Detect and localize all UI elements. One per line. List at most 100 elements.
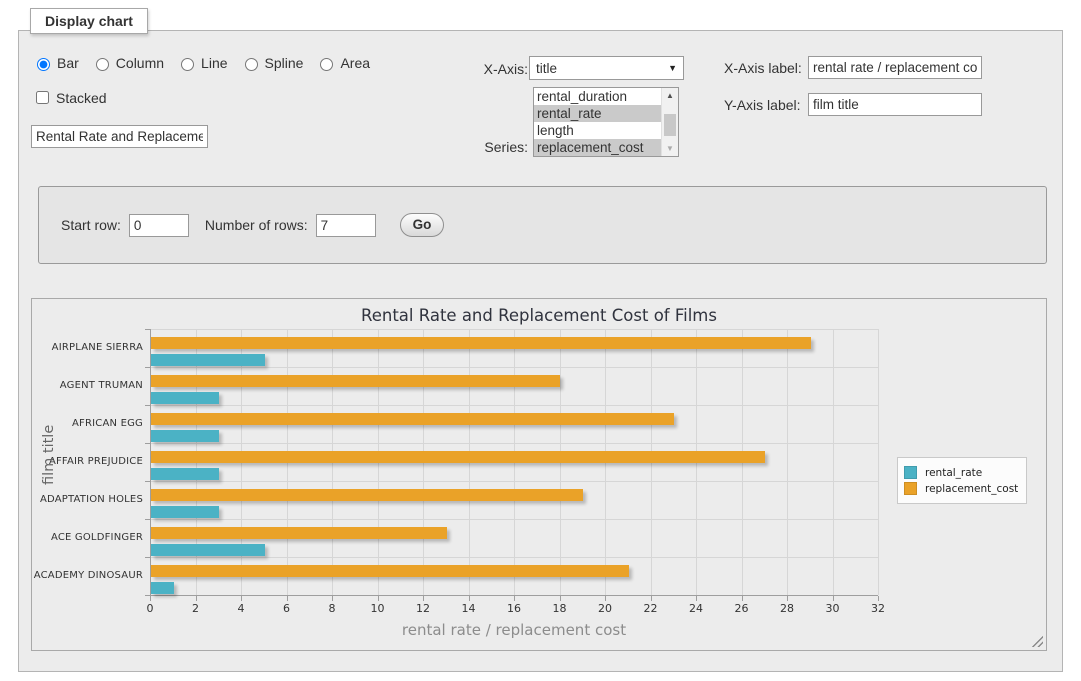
- gridline: [150, 405, 878, 406]
- x-tick-label: 22: [633, 602, 669, 615]
- x-tick-label: 4: [223, 602, 259, 615]
- x-tick-label: 24: [678, 602, 714, 615]
- gridline: [150, 481, 878, 482]
- num-rows-input[interactable]: [316, 214, 376, 237]
- scrollbar-thumb[interactable]: [664, 114, 676, 136]
- x-tick-label: 16: [496, 602, 532, 615]
- x-tick-mark: [605, 596, 606, 601]
- chart-type-radio-spline[interactable]: [245, 58, 258, 71]
- y-axis-label-input[interactable]: [808, 93, 982, 116]
- y-tick-mark: [145, 367, 150, 368]
- listbox-scrollbar[interactable]: ▲ ▼: [661, 88, 678, 156]
- bar-replacement-cost: [151, 565, 629, 577]
- x-tick-mark: [196, 596, 197, 601]
- chart-type-radio-column[interactable]: [96, 58, 109, 71]
- y-tick-mark: [145, 557, 150, 558]
- start-row-input[interactable]: [129, 214, 189, 237]
- row-range-panel: Start row: Number of rows: Go: [38, 186, 1047, 264]
- category-label: AIRPLANE SIERRA: [33, 342, 143, 353]
- bar-rental-rate: [151, 506, 219, 518]
- series-option-replacement_cost[interactable]: replacement_cost: [534, 139, 661, 156]
- fieldset-legend: Display chart: [30, 8, 148, 34]
- go-button[interactable]: Go: [400, 213, 445, 237]
- x-tick-mark: [150, 596, 151, 601]
- x-tick-label: 0: [132, 602, 168, 615]
- chart-title-input[interactable]: [31, 125, 208, 148]
- x-tick-label: 20: [587, 602, 623, 615]
- scroll-up-icon[interactable]: ▲: [662, 88, 678, 103]
- x-tick-label: 2: [178, 602, 214, 615]
- chart-x-axis-title: rental rate / replacement cost: [150, 621, 878, 639]
- chart-type-option-line: Line: [176, 55, 227, 71]
- x-tick-mark: [423, 596, 424, 601]
- x-axis-label-label: X-Axis label:: [724, 60, 802, 76]
- bar-replacement-cost: [151, 451, 765, 463]
- series-option-length[interactable]: length: [534, 122, 661, 139]
- x-tick-mark: [787, 596, 788, 601]
- legend-label: replacement_cost: [925, 483, 1018, 495]
- series-option-rental_rate[interactable]: rental_rate: [534, 105, 661, 122]
- plot-area: AIRPLANE SIERRAAGENT TRUMANAFRICAN EGGAF…: [150, 329, 878, 595]
- y-tick-mark: [145, 481, 150, 482]
- x-tick-label: 32: [860, 602, 896, 615]
- gridline: [150, 443, 878, 444]
- category-label: ACADEMY DINOSAUR: [33, 570, 143, 581]
- x-axis-label-input[interactable]: [808, 56, 982, 79]
- chart-type-option-bar: Bar: [32, 55, 79, 71]
- x-tick-mark: [514, 596, 515, 601]
- chart-type-option-area: Area: [315, 55, 370, 71]
- chart-y-axis-title: film title: [41, 455, 57, 485]
- chart-type-radio-line[interactable]: [181, 58, 194, 71]
- display-chart-fieldset: Display chart BarColumnLineSplineArea St…: [18, 30, 1063, 672]
- bar-replacement-cost: [151, 489, 583, 501]
- x-tick-label: 8: [314, 602, 350, 615]
- chart-type-radio-bar[interactable]: [37, 58, 50, 71]
- scroll-down-icon[interactable]: ▼: [662, 141, 678, 156]
- category-label: ADAPTATION HOLES: [33, 494, 143, 505]
- gridline: [833, 329, 834, 595]
- category-label: ACE GOLDFINGER: [33, 532, 143, 543]
- bar-replacement-cost: [151, 413, 674, 425]
- stacked-checkbox[interactable]: [36, 91, 49, 104]
- x-tick-mark: [742, 596, 743, 601]
- resize-handle-icon[interactable]: [1031, 635, 1043, 647]
- x-axis-selected-value: title: [536, 61, 557, 76]
- y-tick-mark: [145, 519, 150, 520]
- chart-type-radio-area[interactable]: [320, 58, 333, 71]
- x-tick-label: 10: [360, 602, 396, 615]
- chart-type-option-column: Column: [91, 55, 164, 71]
- gridline: [150, 519, 878, 520]
- series-listbox[interactable]: rental_durationrental_ratelengthreplacem…: [533, 87, 679, 157]
- gridline: [150, 557, 878, 558]
- x-tick-mark: [332, 596, 333, 601]
- legend-swatch-rental_rate: [904, 466, 917, 479]
- x-tick-label: 26: [724, 602, 760, 615]
- x-tick-label: 6: [269, 602, 305, 615]
- bar-replacement-cost: [151, 527, 447, 539]
- series-option-rental_duration[interactable]: rental_duration: [534, 88, 661, 105]
- chevron-down-icon: ▼: [668, 63, 677, 73]
- x-tick-mark: [651, 596, 652, 601]
- chart-type-option-spline: Spline: [240, 55, 304, 71]
- x-tick-label: 30: [815, 602, 851, 615]
- x-tick-mark: [378, 596, 379, 601]
- bar-rental-rate: [151, 468, 219, 480]
- legend-label: rental_rate: [925, 467, 982, 479]
- gridline: [878, 329, 879, 595]
- x-tick-mark: [469, 596, 470, 601]
- x-axis-select[interactable]: title ▼: [529, 56, 684, 80]
- stacked-checkbox-row: Stacked: [32, 88, 107, 107]
- stacked-label: Stacked: [32, 88, 107, 107]
- chart-type-radio-group: Bar Column Line Spline Area: [32, 55, 370, 71]
- bar-rental-rate: [151, 544, 265, 556]
- x-tick-mark: [560, 596, 561, 601]
- bar-rental-rate: [151, 354, 265, 366]
- gridline: [150, 329, 878, 330]
- bar-replacement-cost: [151, 375, 560, 387]
- gridline: [787, 329, 788, 595]
- y-tick-mark: [145, 329, 150, 330]
- y-tick-mark: [145, 405, 150, 406]
- bar-replacement-cost: [151, 337, 811, 349]
- y-axis-label-label: Y-Axis label:: [724, 97, 801, 113]
- legend-entry: replacement_cost: [904, 482, 1018, 495]
